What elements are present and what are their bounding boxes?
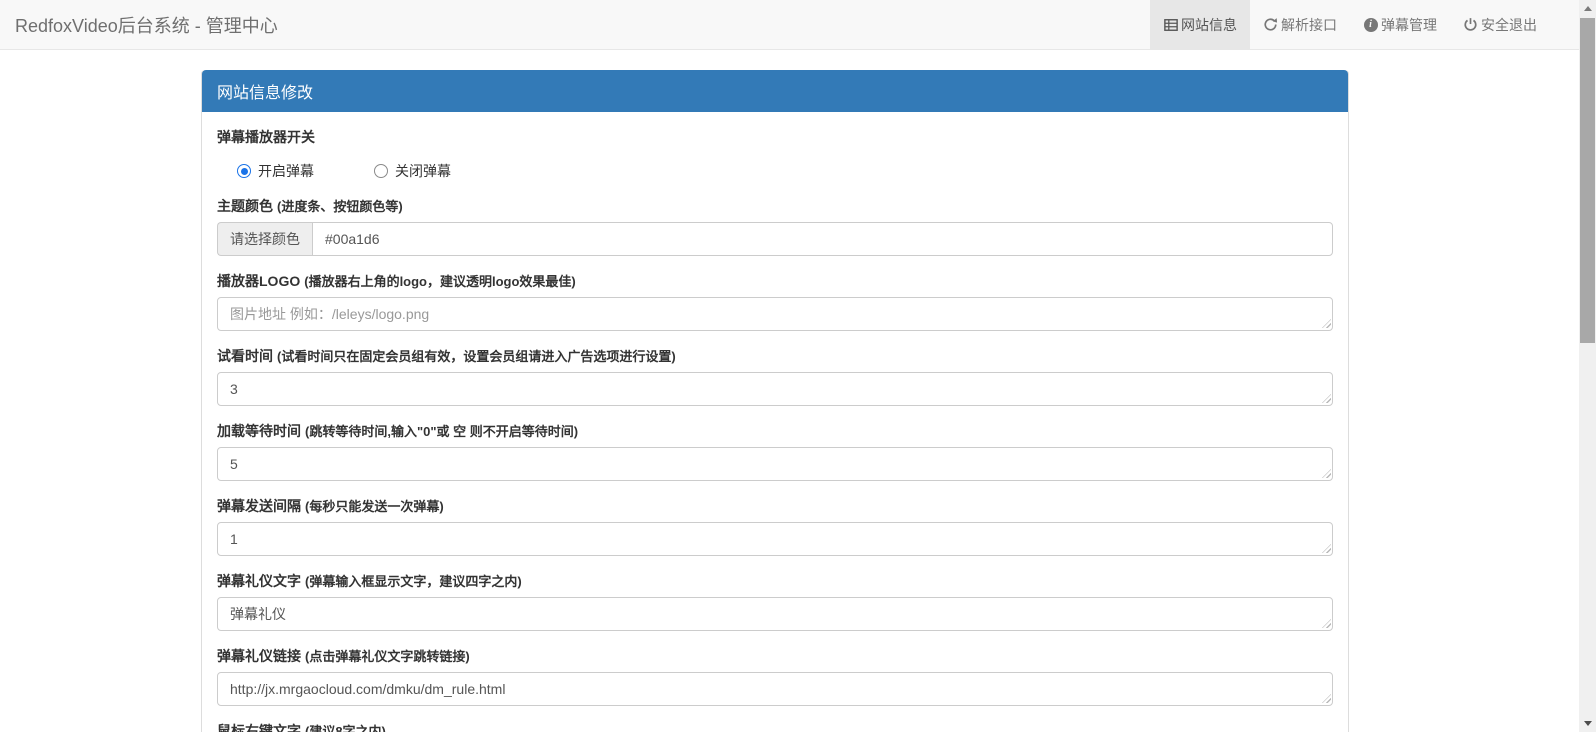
app-title[interactable]: RedfoxVideo后台系统 - 管理中心 [0, 0, 293, 49]
nav-item-label: 解析接口 [1281, 16, 1337, 33]
send-interval-hint: (每秒只能发送一次弹幕) [305, 499, 444, 514]
load-wait-input[interactable] [217, 447, 1333, 481]
theme-color-hint: (进度条、按钮颜色等) [277, 199, 403, 214]
nav-item-parse-api[interactable]: 解析接口 [1250, 0, 1350, 49]
right-click-text-label: 鼠标右键文字 (建议8字之内) [217, 721, 1333, 732]
nav-item-site-info[interactable]: 网站信息 [1150, 0, 1250, 49]
top-navbar: RedfoxVideo后台系统 - 管理中心 网站信息 解析接口 i 弹幕管理 … [0, 0, 1596, 50]
radio-label: 关闭弹幕 [395, 163, 451, 179]
nav-item-logout[interactable]: 安全退出 [1450, 0, 1550, 49]
etiquette-text-field-wrap [217, 597, 1333, 631]
refresh-icon [1263, 17, 1278, 32]
player-logo-field-wrap [217, 297, 1333, 331]
scrollbar-down-button[interactable] [1579, 715, 1596, 732]
danmaku-switch-label: 弹幕播放器开关 [217, 129, 315, 145]
theme-color-input[interactable] [312, 222, 1333, 256]
etiquette-link-label: 弹幕礼仪链接 (点击弹幕礼仪文字跳转链接) [217, 648, 470, 664]
info-icon [1363, 17, 1378, 32]
radio-label: 开启弹幕 [258, 163, 314, 179]
etiquette-link-group: 弹幕礼仪链接 (点击弹幕礼仪文字跳转链接) [217, 646, 1333, 706]
etiquette-text-group: 弹幕礼仪文字 (弹幕输入框显示文字，建议四字之内) [217, 571, 1333, 631]
player-logo-input[interactable] [217, 297, 1333, 331]
player-logo-hint: (播放器右上角的logo，建议透明logo效果最佳) [304, 274, 576, 289]
scroll-down-arrow-icon [1583, 721, 1592, 726]
trial-time-hint: (试看时间只在固定会员组有效，设置会员组请进入广告选项进行设置) [277, 349, 676, 364]
send-interval-label: 弹幕发送间隔 (每秒只能发送一次弹幕) [217, 498, 444, 514]
radio-unchecked-icon[interactable] [374, 164, 388, 178]
player-logo-group: 播放器LOGO (播放器右上角的logo，建议透明logo效果最佳) [217, 271, 1333, 331]
radio-danmaku-on[interactable]: 开启弹幕 [237, 161, 314, 181]
player-logo-label: 播放器LOGO (播放器右上角的logo，建议透明logo效果最佳) [217, 273, 576, 289]
color-picker-addon[interactable]: 请选择颜色 [217, 222, 312, 256]
site-info-panel: 网站信息修改 弹幕播放器开关 开启弹幕 关闭弹幕 主题颜色 (进度条、按钮颜色等)… [201, 70, 1349, 732]
trial-time-input[interactable] [217, 372, 1333, 406]
radio-checked-icon[interactable] [237, 164, 251, 178]
scrollbar-thumb[interactable] [1580, 18, 1595, 343]
nav-item-label: 弹幕管理 [1381, 16, 1437, 33]
etiquette-text-label: 弹幕礼仪文字 (弹幕输入框显示文字，建议四字之内) [217, 573, 522, 589]
etiquette-text-input[interactable] [217, 597, 1333, 631]
main-content: 网站信息修改 弹幕播放器开关 开启弹幕 关闭弹幕 主题颜色 (进度条、按钮颜色等)… [0, 70, 1596, 732]
theme-color-group: 主题颜色 (进度条、按钮颜色等) 请选择颜色 [217, 196, 1333, 256]
load-wait-group: 加载等待时间 (跳转等待时间,输入"0"或 空 则不开启等待时间) [217, 421, 1333, 481]
radio-danmaku-off[interactable]: 关闭弹幕 [374, 161, 451, 181]
right-click-text-group: 鼠标右键文字 (建议8字之内) [217, 721, 1333, 732]
vertical-scrollbar[interactable] [1579, 0, 1596, 732]
send-interval-group: 弹幕发送间隔 (每秒只能发送一次弹幕) [217, 496, 1333, 556]
trial-time-group: 试看时间 (试看时间只在固定会员组有效，设置会员组请进入广告选项进行设置) [217, 346, 1333, 406]
nav-item-label: 网站信息 [1181, 16, 1237, 33]
theme-color-label: 主题颜色 (进度条、按钮颜色等) [217, 198, 403, 214]
load-wait-label: 加载等待时间 (跳转等待时间,输入"0"或 空 则不开启等待时间) [217, 423, 579, 439]
site-info-form: 弹幕播放器开关 开启弹幕 关闭弹幕 主题颜色(进度条、按钮颜色等) 请选择颜色 [202, 112, 1348, 732]
load-wait-field-wrap [217, 447, 1333, 481]
trial-time-label: 试看时间 (试看时间只在固定会员组有效，设置会员组请进入广告选项进行设置) [217, 348, 676, 364]
scrollbar-up-button[interactable] [1579, 0, 1596, 17]
etiquette-link-field-wrap [217, 672, 1333, 706]
theme-color-input-group: 请选择颜色 [217, 222, 1333, 256]
etiquette-link-hint: (点击弹幕礼仪文字跳转链接) [305, 649, 470, 664]
power-icon [1463, 17, 1478, 32]
send-interval-input[interactable] [217, 522, 1333, 556]
etiquette-link-input[interactable] [217, 672, 1333, 706]
etiquette-text-hint: (弹幕输入框显示文字，建议四字之内) [305, 574, 522, 589]
right-click-text-hint: (建议8字之内) [305, 724, 386, 732]
nav-item-danmaku-manage[interactable]: 弹幕管理 [1350, 0, 1450, 49]
load-wait-hint: (跳转等待时间,输入"0"或 空 则不开启等待时间) [305, 424, 579, 439]
danmaku-switch-group: 开启弹幕 关闭弹幕 [217, 152, 1333, 191]
send-interval-field-wrap [217, 522, 1333, 556]
navbar-menu: 网站信息 解析接口 弹幕管理 安全退出 [1150, 0, 1550, 49]
trial-time-field-wrap [217, 372, 1333, 406]
scroll-up-arrow-icon [1583, 6, 1592, 11]
th-list-icon [1163, 17, 1178, 32]
panel-title: 网站信息修改 [202, 70, 1348, 112]
nav-item-label: 安全退出 [1481, 16, 1537, 33]
